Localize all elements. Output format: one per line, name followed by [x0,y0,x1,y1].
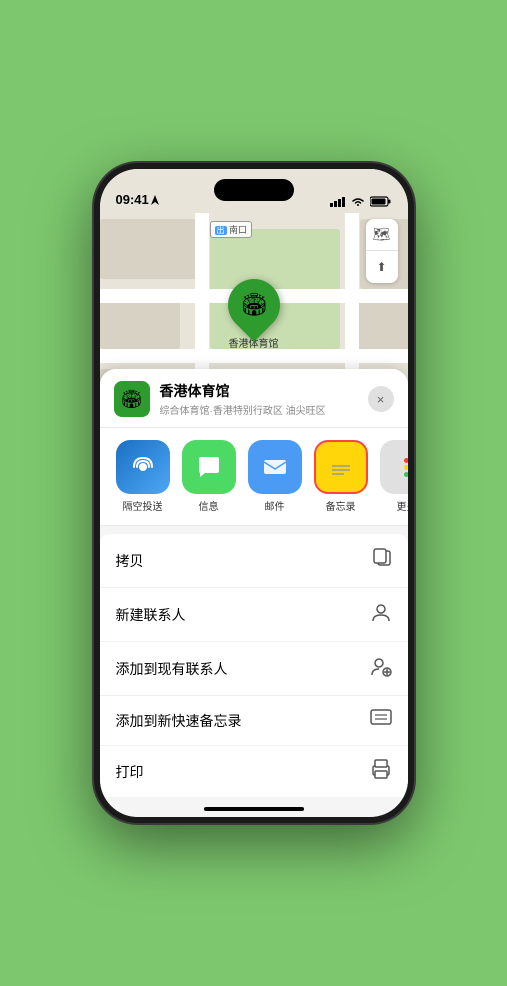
bottom-sheet: 🏟 香港体育馆 综合体育馆·香港特别行政区 油尖旺区 × [100,369,408,817]
new-contact-label: 新建联系人 [116,605,186,625]
add-contact-label: 添加到现有联系人 [116,659,228,679]
copy-label: 拷贝 [116,551,144,571]
mail-icon-wrap [248,440,302,494]
messages-label: 信息 [199,498,219,513]
signal-icon [330,197,346,207]
venue-icon: 🏟 [114,381,150,417]
stadium-pin: 🏟 香港体育馆 [228,279,280,350]
action-quick-note[interactable]: 添加到新快速备忘录 [100,696,408,746]
print-icon [370,759,392,784]
venue-subtitle: 综合体育馆·香港特别行政区 油尖旺区 [160,402,368,417]
dot-yellow [404,465,408,470]
share-notes[interactable]: 备忘录 [312,440,370,513]
airdrop-icon-wrap [116,440,170,494]
action-new-contact[interactable]: 新建联系人 [100,588,408,642]
more-icon-wrap [380,440,408,494]
messages-icon-wrap [182,440,236,494]
dot-red [404,458,408,463]
print-label: 打印 [116,762,144,782]
mail-label: 邮件 [265,498,285,513]
share-airdrop[interactable]: 隔空投送 [114,440,172,513]
share-more[interactable]: 更多 [378,440,408,513]
map-controls: 🗺 ⬆ [366,219,398,283]
notes-label: 备忘录 [326,498,356,513]
add-contact-icon [370,655,392,682]
notes-icon [324,448,358,486]
battery-icon [370,196,392,207]
pin-stadium-icon: 🏟 [240,292,268,318]
phone-frame: 09:41 [94,163,414,823]
close-button[interactable]: × [368,386,394,412]
notes-icon-wrap [314,440,368,494]
airdrop-icon [129,453,157,481]
share-row: 隔空投送 信息 [100,428,408,526]
map-entrance-label: 南口 [229,225,247,235]
map-type-button[interactable]: 🗺 [366,219,398,251]
home-bar [204,807,304,811]
wifi-icon [351,197,365,207]
share-mail[interactable]: 邮件 [246,440,304,513]
action-add-contact[interactable]: 添加到现有联系人 [100,642,408,696]
sheet-header: 🏟 香港体育馆 综合体育馆·香港特别行政区 油尖旺区 × [100,369,408,428]
location-status-icon [151,195,159,205]
quick-note-icon [370,709,392,732]
pin-circle: 🏟 [217,268,291,342]
more-dots [404,458,408,477]
action-print[interactable]: 打印 [100,746,408,797]
venue-info: 香港体育馆 综合体育馆·香港特别行政区 油尖旺区 [160,381,368,417]
venue-name: 香港体育馆 [160,381,368,401]
quick-note-label: 添加到新快速备忘录 [116,711,242,731]
status-icons [330,196,392,207]
mail-icon [261,453,289,481]
action-copy[interactable]: 拷贝 [100,534,408,588]
status-time: 09:41 [116,192,159,207]
phone-screen: 09:41 [100,169,408,817]
messages-icon [195,453,223,481]
action-list: 拷贝 新建联系人 [100,534,408,797]
share-messages[interactable]: 信息 [180,440,238,513]
dynamic-island [214,179,294,201]
dot-green [404,472,408,477]
location-button[interactable]: ⬆ [366,251,398,283]
new-contact-icon [370,601,392,628]
more-label: 更多 [397,498,408,513]
clock: 09:41 [116,192,149,207]
copy-icon [372,547,392,574]
map-label-south: 出 南口 [210,221,253,238]
airdrop-label: 隔空投送 [123,498,163,513]
